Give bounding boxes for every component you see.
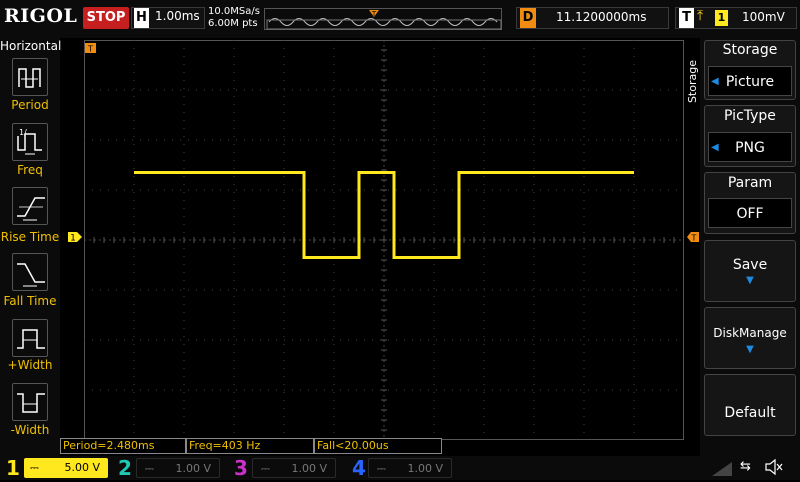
pictype-text: PNG [735,140,765,156]
disk-manage-button[interactable]: DiskManage ▼ [704,307,796,369]
fall-result: Fall<20.00us [314,438,442,454]
param-label: Param [727,175,773,191]
channel-4-scale-text: 1.00 V [407,462,443,475]
channel-1-scale-text: 5.00 V [64,461,100,474]
speaker-muted-icon [764,458,784,480]
default-button[interactable]: Default [704,374,796,436]
fall-time-icon[interactable] [12,253,48,291]
rise-time-icon[interactable] [12,187,48,225]
timebase-value: 1.00ms [155,9,200,23]
period-label: Period [11,98,49,112]
rising-edge-icon: ⤒ [697,8,704,24]
delay-letter: D [520,8,536,28]
channel-1-offset-marker-icon[interactable]: 1 [66,228,84,246]
waveform-display[interactable] [83,39,685,441]
delay-value: 11.1200000ms [556,10,647,24]
memory-depth: 6.00M pts [208,18,258,29]
channel-3-number[interactable]: 3 [234,456,248,480]
default-label: Default [724,405,776,421]
dc-coupling-icon: ⎓ [30,461,39,474]
trigger-level-marker-icon[interactable]: T [686,230,700,244]
brand-logo: RIGOL [4,5,78,27]
left-arrow-icon: ◀ [711,76,719,87]
trigger-position-marker-icon: T [369,10,379,18]
memory-position-bar[interactable]: T [264,8,502,30]
positive-width-label: +Width [7,358,53,372]
trigger-letter: T [679,8,694,28]
svg-text:T: T [371,10,377,18]
save-label: Save [732,257,768,273]
svg-text:T: T [87,45,93,54]
storage-type-value: ◀ Picture [708,66,792,96]
pictype-value: ◀ PNG [708,132,792,162]
rise-time-label: Rise Time [0,230,60,244]
submenu-arrow-icon: ▼ [746,344,754,355]
menu-corner-icon [708,458,734,478]
dc-coupling-icon: ⎓ [377,462,386,475]
channel-2-number[interactable]: 2 [118,456,132,480]
freq-icon[interactable]: 1/ [12,123,48,161]
period-result: Period=2.480ms [60,438,186,454]
dc-coupling-icon: ⎓ [261,462,270,475]
channel-3-scale-text: 1.00 V [291,462,327,475]
graticule-svg [83,39,685,441]
sample-rate: 10.0MSa/s [208,6,260,17]
channel-2-scale[interactable]: ⎓ 1.00 V [136,458,220,478]
param-value: OFF [708,198,792,228]
negative-width-label: -Width [10,423,50,437]
acquisition-info: 10.0MSa/s 6.00M pts [208,6,260,30]
storage-menu-title: Storage [722,42,778,58]
channel-3-scale[interactable]: ⎓ 1.00 V [252,458,336,478]
trigger-level: 100mV [742,10,785,24]
usb-icon: ⇆ [740,459,751,474]
svg-text:1/: 1/ [19,128,27,137]
trigger-source-channel: 1 [715,10,728,26]
timebase-letter: H [134,8,149,28]
svg-text:T: T [691,234,697,243]
storage-type-text: Picture [725,74,775,90]
disk-manage-label: DiskManage [713,326,787,340]
channel-4-scale[interactable]: ⎓ 1.00 V [368,458,452,478]
fall-time-label: Fall Time [3,294,57,308]
menu-vertical-title: Storage [686,60,699,104]
positive-width-icon[interactable] [12,319,48,357]
svg-text:1: 1 [70,234,76,244]
negative-width-icon[interactable] [12,383,48,421]
freq-result: Freq=403 Hz [186,438,314,454]
run-stop-indicator[interactable]: STOP [83,7,129,29]
trigger-time-marker-icon: T [85,43,96,54]
channel-1-scale[interactable]: ⎓ 5.00 V [24,458,108,478]
period-icon[interactable] [12,58,48,96]
save-button[interactable]: Save ▼ [704,240,796,302]
pictype-label: PicType [724,108,776,124]
dc-coupling-icon: ⎓ [145,462,154,475]
measure-panel-title: Horizontal [0,39,62,53]
freq-label: Freq [17,163,43,177]
submenu-arrow-icon: ▼ [746,275,754,286]
channel-2-scale-text: 1.00 V [175,462,211,475]
left-arrow-icon: ◀ [711,142,719,153]
memory-waveform-preview: T [266,10,502,30]
channel-1-number[interactable]: 1 [6,456,20,480]
channel-4-number[interactable]: 4 [352,456,366,480]
